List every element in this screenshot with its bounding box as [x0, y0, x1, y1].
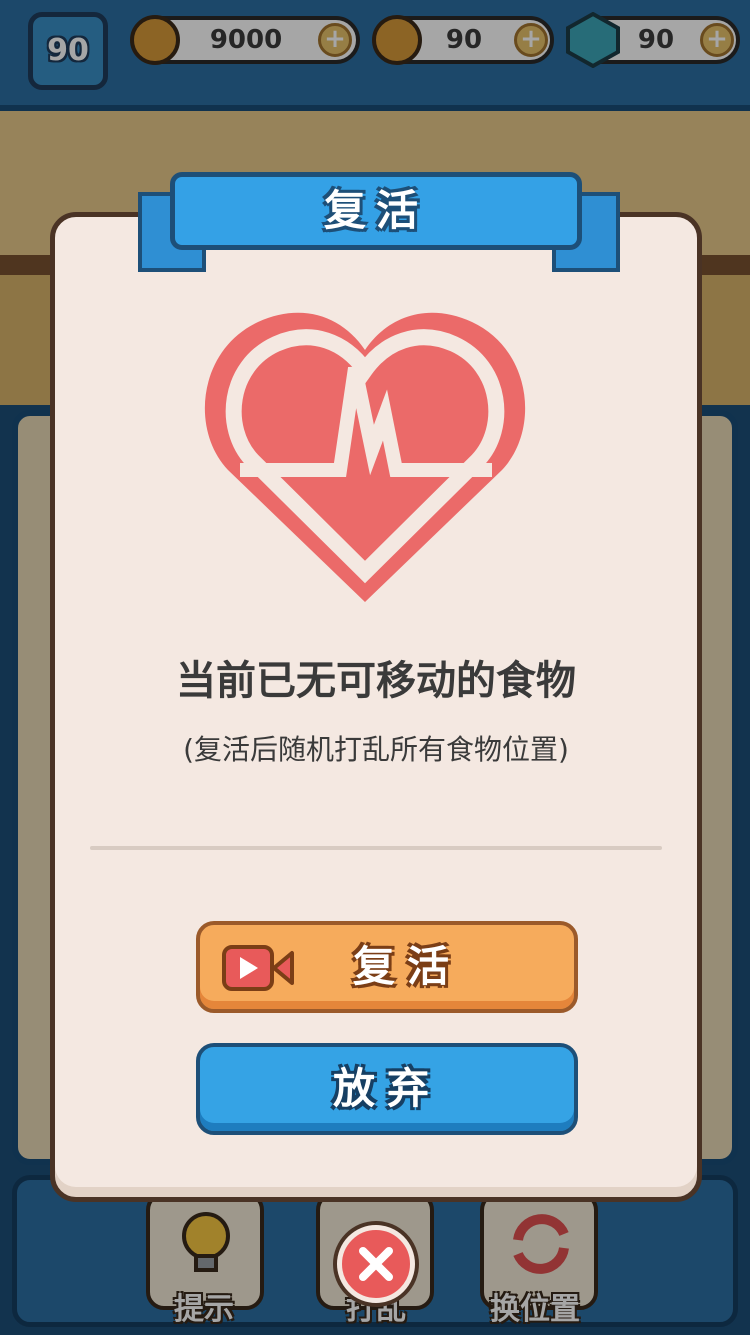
quit-button-label: 放弃 — [332, 1064, 441, 1113]
divider — [90, 846, 662, 850]
heart-pulse-icon — [204, 312, 526, 602]
revive-button[interactable]: 复活 — [196, 921, 578, 1013]
quit-button[interactable]: 放弃 — [196, 1043, 578, 1135]
dialog-subline: (复活后随机打乱所有食物位置) — [183, 733, 569, 766]
dialog-headline: 当前已无可移动的食物 — [176, 658, 576, 704]
close-button[interactable] — [337, 1225, 415, 1303]
revive-button-label: 复活 — [352, 942, 461, 991]
close-icon — [359, 1247, 393, 1281]
dialog-title-banner: 复活 — [170, 172, 582, 250]
dialog-title: 复活 — [323, 186, 428, 235]
